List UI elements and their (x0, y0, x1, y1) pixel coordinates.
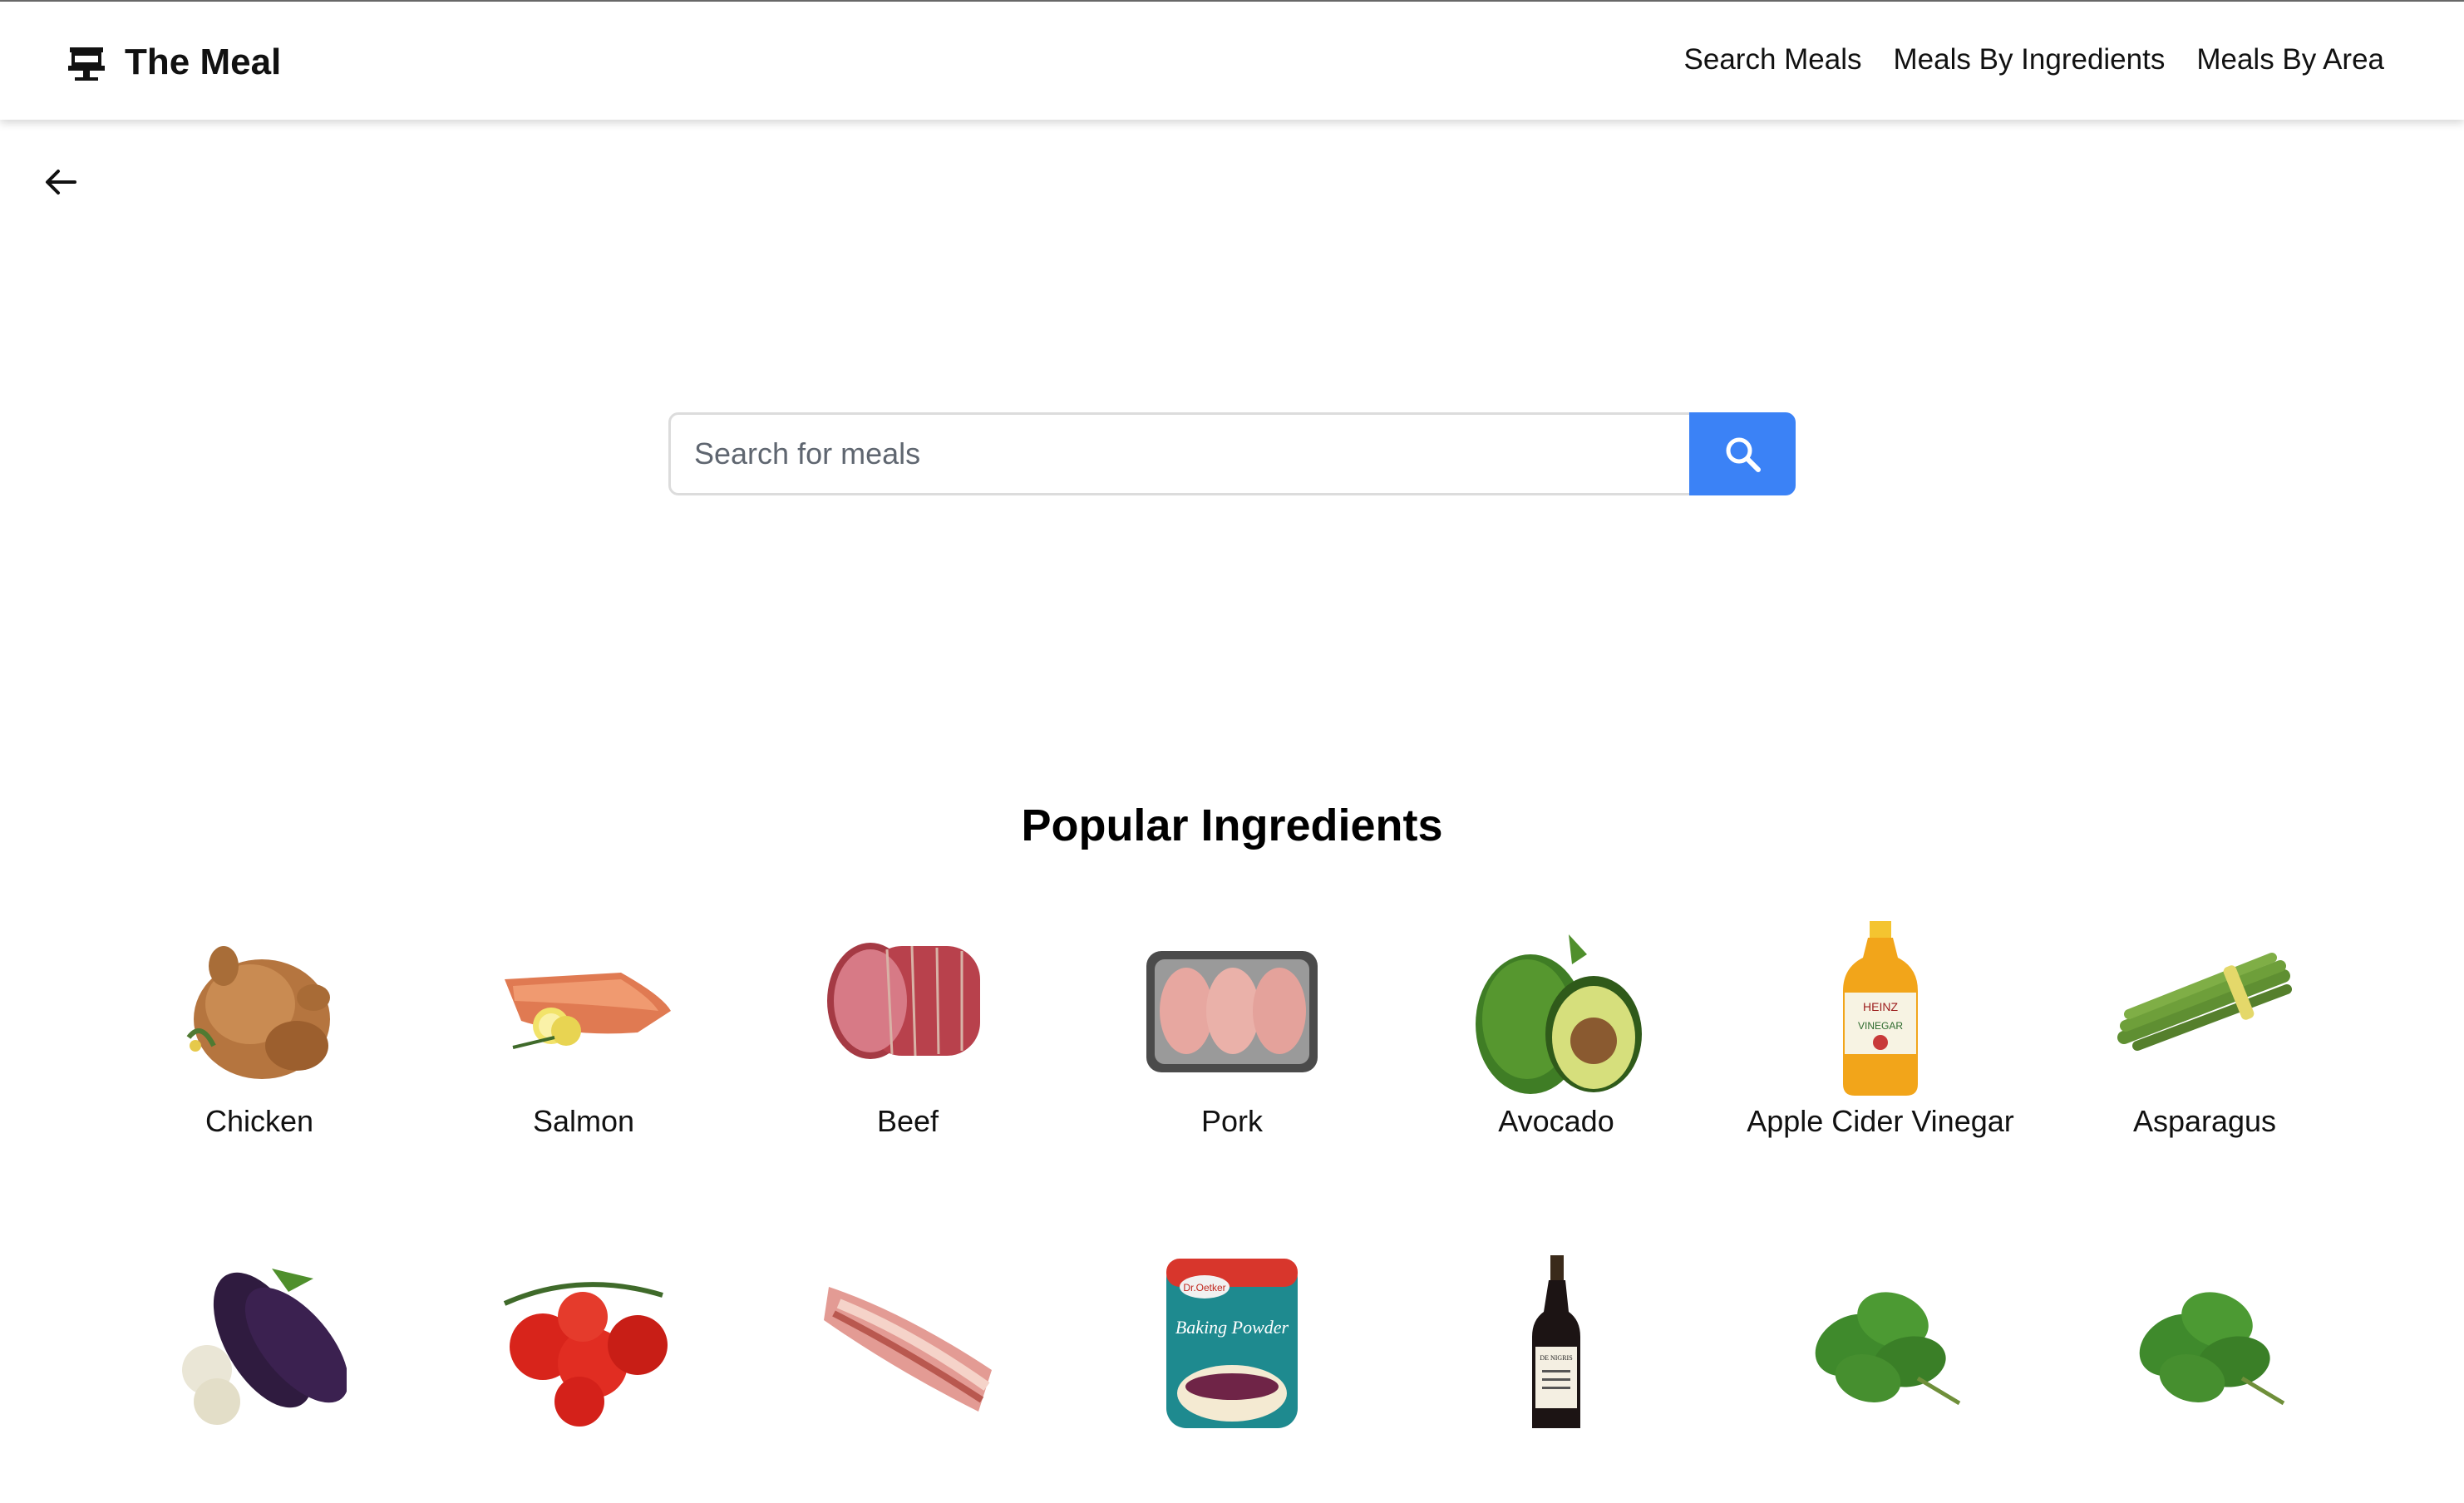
baking-brand-text: Dr.Oetker (1183, 1282, 1225, 1294)
section-title: Popular Ingredients (1021, 801, 1443, 850)
search-bar (668, 412, 1796, 495)
nav-meals-by-ingredients[interactable]: Meals By Ingredients (1894, 43, 2166, 76)
nav-search-meals[interactable]: Search Meals (1684, 43, 1862, 76)
brand-icon (68, 47, 105, 81)
ingredient-card-salmon[interactable]: Salmon (421, 921, 746, 1170)
ingredient-card-tomatoes[interactable] (421, 1254, 746, 1503)
ingredient-label: Avocado (1498, 1104, 1614, 1138)
arrow-left-icon[interactable] (42, 163, 80, 201)
ingredient-card-eggplant[interactable] (97, 1254, 421, 1503)
search-input[interactable] (668, 412, 1689, 495)
ingredient-card-apple-cider-vinegar[interactable]: HEINZ VINEGAR Apple Cider Vinegar (1718, 921, 2043, 1170)
asparagus-image (2117, 953, 2292, 1051)
ingredient-card-pork[interactable]: Pork (1070, 921, 1394, 1170)
balsamic-bottle-image: DE NIGRIS (1532, 1255, 1580, 1428)
ingredient-label: Chicken (205, 1104, 314, 1138)
brand-title: The Meal (125, 42, 282, 82)
search-icon (1726, 437, 1761, 472)
avocado-image (1476, 934, 1642, 1094)
bacon-image (824, 1287, 992, 1412)
ingredient-label: Salmon (532, 1104, 635, 1138)
nav-meals-by-area[interactable]: Meals By Area (2196, 43, 2384, 76)
tomatoes-image (503, 1282, 668, 1427)
ingredient-card-asparagus[interactable]: Asparagus (2043, 921, 2367, 1170)
brand[interactable]: The Meal (67, 42, 281, 83)
balsamic-brand-text: DE NIGRIS (1540, 1354, 1572, 1362)
ingredient-card-basil[interactable] (1718, 1254, 2043, 1503)
basil-image (1815, 1292, 1961, 1406)
navbar: The Meal Search Meals Meals By Ingredien… (0, 2, 2464, 120)
eggplant-image (182, 1269, 347, 1425)
ingredient-label: Apple Cider Vinegar (1747, 1104, 2014, 1138)
beef-image (827, 943, 980, 1059)
vinegar-bottle-image: HEINZ VINEGAR (1843, 921, 1918, 1096)
ingredient-card-baking-powder[interactable]: Dr.Oetker Baking Powder (1070, 1254, 1394, 1503)
vinegar-label-text: VINEGAR (1858, 1020, 1903, 1032)
ingredient-card-bacon[interactable] (746, 1254, 1070, 1503)
ingredient-label: Pork (1200, 1104, 1264, 1138)
vinegar-brand-text: HEINZ (1863, 1000, 1898, 1013)
ingredient-card-avocado[interactable]: Avocado (1394, 921, 1718, 1170)
baking-powder-image: Dr.Oetker Baking Powder (1166, 1259, 1298, 1428)
search-button[interactable] (1689, 412, 1796, 495)
ingredient-label: Asparagus (2132, 1104, 2277, 1138)
salmon-image (505, 973, 671, 1049)
basil-image (2139, 1292, 2285, 1406)
ingredient-card-beef[interactable]: Beef (746, 921, 1070, 1170)
ingredient-card-balsamic-vinegar[interactable]: DE NIGRIS (1394, 1254, 1718, 1503)
ingredient-card-chicken[interactable]: Chicken (97, 921, 421, 1170)
ingredient-label: Beef (876, 1104, 939, 1138)
chicken-image (186, 946, 330, 1079)
ingredient-card-basil-2[interactable] (2043, 1254, 2367, 1503)
baking-label-text: Baking Powder (1175, 1317, 1289, 1338)
pork-image (1146, 951, 1318, 1072)
nav-links: Search Meals Meals By Ingredients Meals … (1653, 43, 2384, 76)
